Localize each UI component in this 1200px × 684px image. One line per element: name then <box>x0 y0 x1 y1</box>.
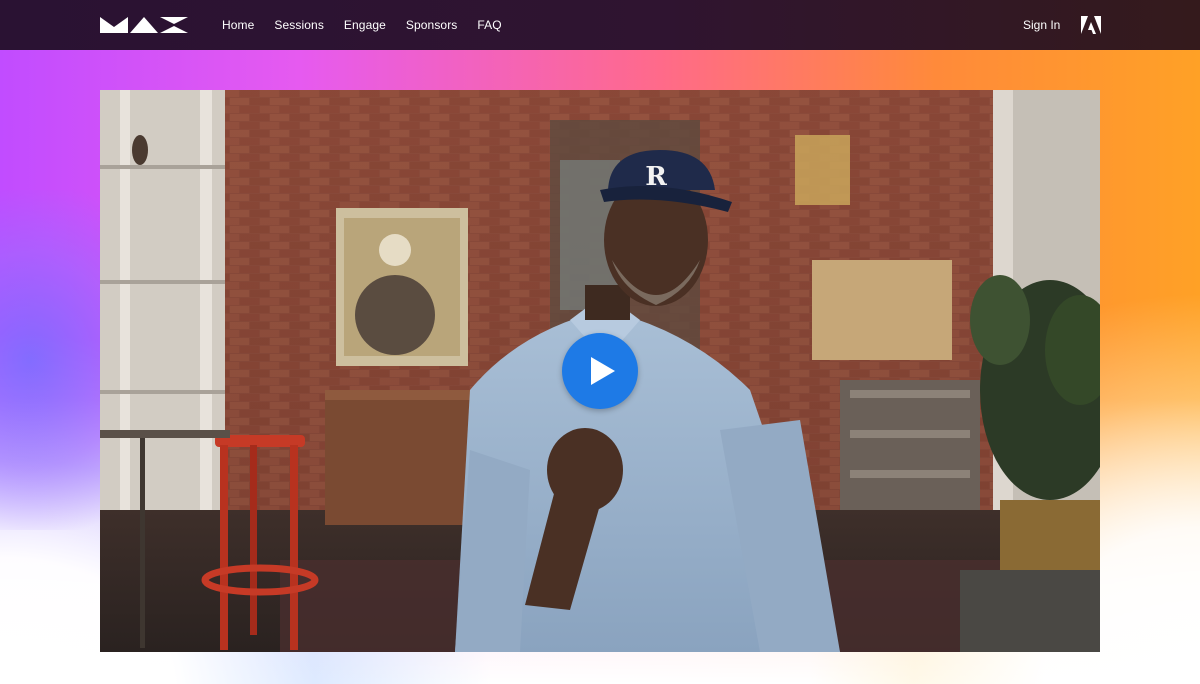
nav-sessions[interactable]: Sessions <box>274 18 324 32</box>
max-logo[interactable] <box>100 17 188 33</box>
sign-in-link[interactable]: Sign In <box>1023 0 1060 50</box>
nav-sponsors[interactable]: Sponsors <box>406 18 458 32</box>
svg-text:R: R <box>645 162 667 192</box>
main-nav: Home Sessions Engage Sponsors FAQ <box>222 0 502 50</box>
play-icon <box>591 357 615 385</box>
video-player[interactable]: R <box>100 90 1100 652</box>
adobe-logo-icon[interactable] <box>1081 16 1101 34</box>
nav-faq[interactable]: FAQ <box>477 18 501 32</box>
nav-engage[interactable]: Engage <box>344 18 386 32</box>
top-navigation: Home Sessions Engage Sponsors FAQ Sign I… <box>0 0 1200 50</box>
nav-home[interactable]: Home <box>222 18 254 32</box>
play-button[interactable] <box>562 333 638 409</box>
